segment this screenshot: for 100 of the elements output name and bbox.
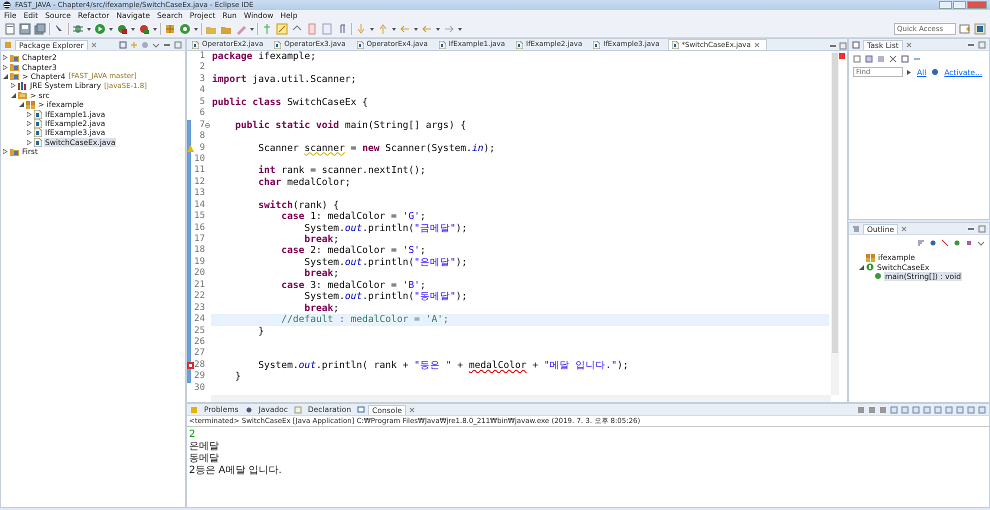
save-all-icon[interactable]: [34, 23, 46, 35]
code-line: int rank = scanner.nextInt();: [257, 165, 427, 177]
caret-icon[interactable]: [414, 28, 418, 30]
line-number: 2: [198, 62, 205, 74]
link-editor-icon[interactable]: [130, 40, 138, 48]
remove-launch-icon[interactable]: [868, 406, 876, 414]
minimize-icon[interactable]: [967, 406, 975, 414]
caret-icon[interactable]: [131, 28, 135, 30]
hide-fields-icon[interactable]: [929, 239, 937, 247]
line-number: 3: [198, 74, 205, 86]
line-number: 26: [193, 336, 205, 348]
collapse-arrow-icon[interactable]: [19, 102, 24, 108]
javadoc-icon: [244, 406, 253, 414]
close-icon[interactable]: [408, 406, 415, 412]
expand-arrow-icon[interactable]: [907, 70, 912, 74]
expand-arrow-icon[interactable]: [11, 83, 16, 88]
expand-arrow-icon[interactable]: [27, 130, 32, 136]
save-icon[interactable]: [19, 23, 31, 35]
caret-icon[interactable]: [392, 28, 396, 30]
project-folder-icon: [10, 54, 19, 62]
collapse-arrow-icon[interactable]: [859, 264, 864, 270]
line-number: 27: [193, 348, 205, 360]
categorize-icon[interactable]: [865, 55, 873, 63]
close-icon[interactable]: [90, 42, 97, 48]
annotation-icon[interactable]: [306, 23, 318, 35]
maximize-icon[interactable]: [174, 40, 182, 48]
line-number: 15: [193, 211, 205, 223]
view-menu-icon[interactable]: [977, 239, 985, 247]
maximize-icon[interactable]: [839, 42, 847, 50]
maximize-icon[interactable]: [978, 406, 986, 414]
java-file-icon: [516, 40, 523, 48]
code-line: import java.util.Scanner;: [211, 74, 358, 86]
new-class-icon[interactable]: [179, 23, 191, 35]
expand-arrow-icon[interactable]: [27, 112, 32, 117]
sort-icon[interactable]: [917, 239, 925, 247]
caret-icon[interactable]: [87, 28, 91, 30]
minimize-button[interactable]: [939, 1, 952, 9]
collapse-all-icon[interactable]: [119, 40, 127, 48]
close-icon[interactable]: [754, 42, 760, 48]
expand-arrow-icon[interactable]: [3, 55, 8, 60]
caret-icon[interactable]: [109, 28, 113, 30]
view-menu-icon[interactable]: [152, 40, 160, 48]
run-icon[interactable]: [94, 23, 106, 35]
open-perspective-icon[interactable]: [959, 23, 971, 35]
caret-icon[interactable]: [194, 28, 198, 30]
line-number: 29: [193, 371, 205, 383]
display-console-icon[interactable]: [945, 406, 953, 414]
hide-static-icon[interactable]: [941, 239, 949, 247]
line-number: 9: [198, 142, 205, 154]
caret-icon[interactable]: [436, 28, 440, 30]
caret-icon[interactable]: [153, 28, 157, 30]
debug-icon[interactable]: [72, 23, 84, 35]
console-icon: [357, 406, 366, 414]
caret-icon[interactable]: [370, 28, 374, 30]
collapse-arrow-icon[interactable]: [3, 74, 8, 79]
terminate-icon[interactable]: [857, 406, 865, 414]
line-number: 13: [193, 188, 205, 200]
external-tools-icon[interactable]: [138, 23, 150, 35]
expand-arrow-icon[interactable]: [27, 120, 32, 126]
open-console-icon[interactable]: [956, 406, 964, 414]
remove-all-icon[interactable]: [879, 406, 887, 414]
console-line: 2: [189, 429, 196, 442]
hide-nonpublic-icon[interactable]: [953, 239, 961, 247]
source-folder-icon: [18, 91, 27, 100]
new-task-icon[interactable]: [853, 55, 861, 63]
maximize-icon[interactable]: [978, 224, 986, 232]
minimize-icon[interactable]: [829, 42, 837, 50]
expand-arrow-icon[interactable]: [3, 149, 8, 154]
expand-arrow-icon[interactable]: [27, 140, 32, 145]
close-icon[interactable]: [901, 226, 908, 232]
java-file-icon: [274, 40, 282, 48]
package-explorer-icon: [4, 40, 12, 48]
java-perspective-icon[interactable]: [974, 23, 986, 35]
new-file-icon[interactable]: [4, 23, 16, 35]
maximize-icon[interactable]: [978, 40, 986, 48]
collapse-all-icon[interactable]: [901, 55, 909, 63]
scheduled-icon[interactable]: [877, 55, 885, 63]
code-line: public static void main(String[] args) {: [234, 120, 468, 132]
caret-icon[interactable]: [458, 28, 462, 30]
caret-icon[interactable]: [250, 28, 254, 30]
scroll-lock-icon[interactable]: [890, 406, 898, 414]
pin-console-icon[interactable]: [934, 406, 942, 414]
class-icon: [866, 263, 874, 272]
line-number: 30: [193, 382, 205, 394]
line-number: 12: [193, 176, 205, 188]
close-icon[interactable]: [906, 42, 912, 48]
fold-icon[interactable]: [205, 122, 210, 128]
show-on-error-icon[interactable]: [923, 406, 931, 414]
word-wrap-icon[interactable]: [901, 406, 909, 414]
maximize-button[interactable]: [953, 1, 966, 9]
hide-completed-icon[interactable]: [889, 55, 897, 63]
highlight-icon[interactable]: [276, 23, 288, 35]
console-line: 은메달: [189, 441, 220, 454]
new-package-icon[interactable]: [164, 23, 176, 35]
expand-arrow-icon[interactable]: [3, 64, 8, 70]
java-file-icon: [593, 40, 600, 48]
hide-local-icon[interactable]: [965, 239, 973, 247]
coverage-icon[interactable]: [116, 23, 128, 35]
collapse-arrow-icon[interactable]: [11, 92, 16, 98]
show-on-output-icon[interactable]: [912, 406, 920, 414]
